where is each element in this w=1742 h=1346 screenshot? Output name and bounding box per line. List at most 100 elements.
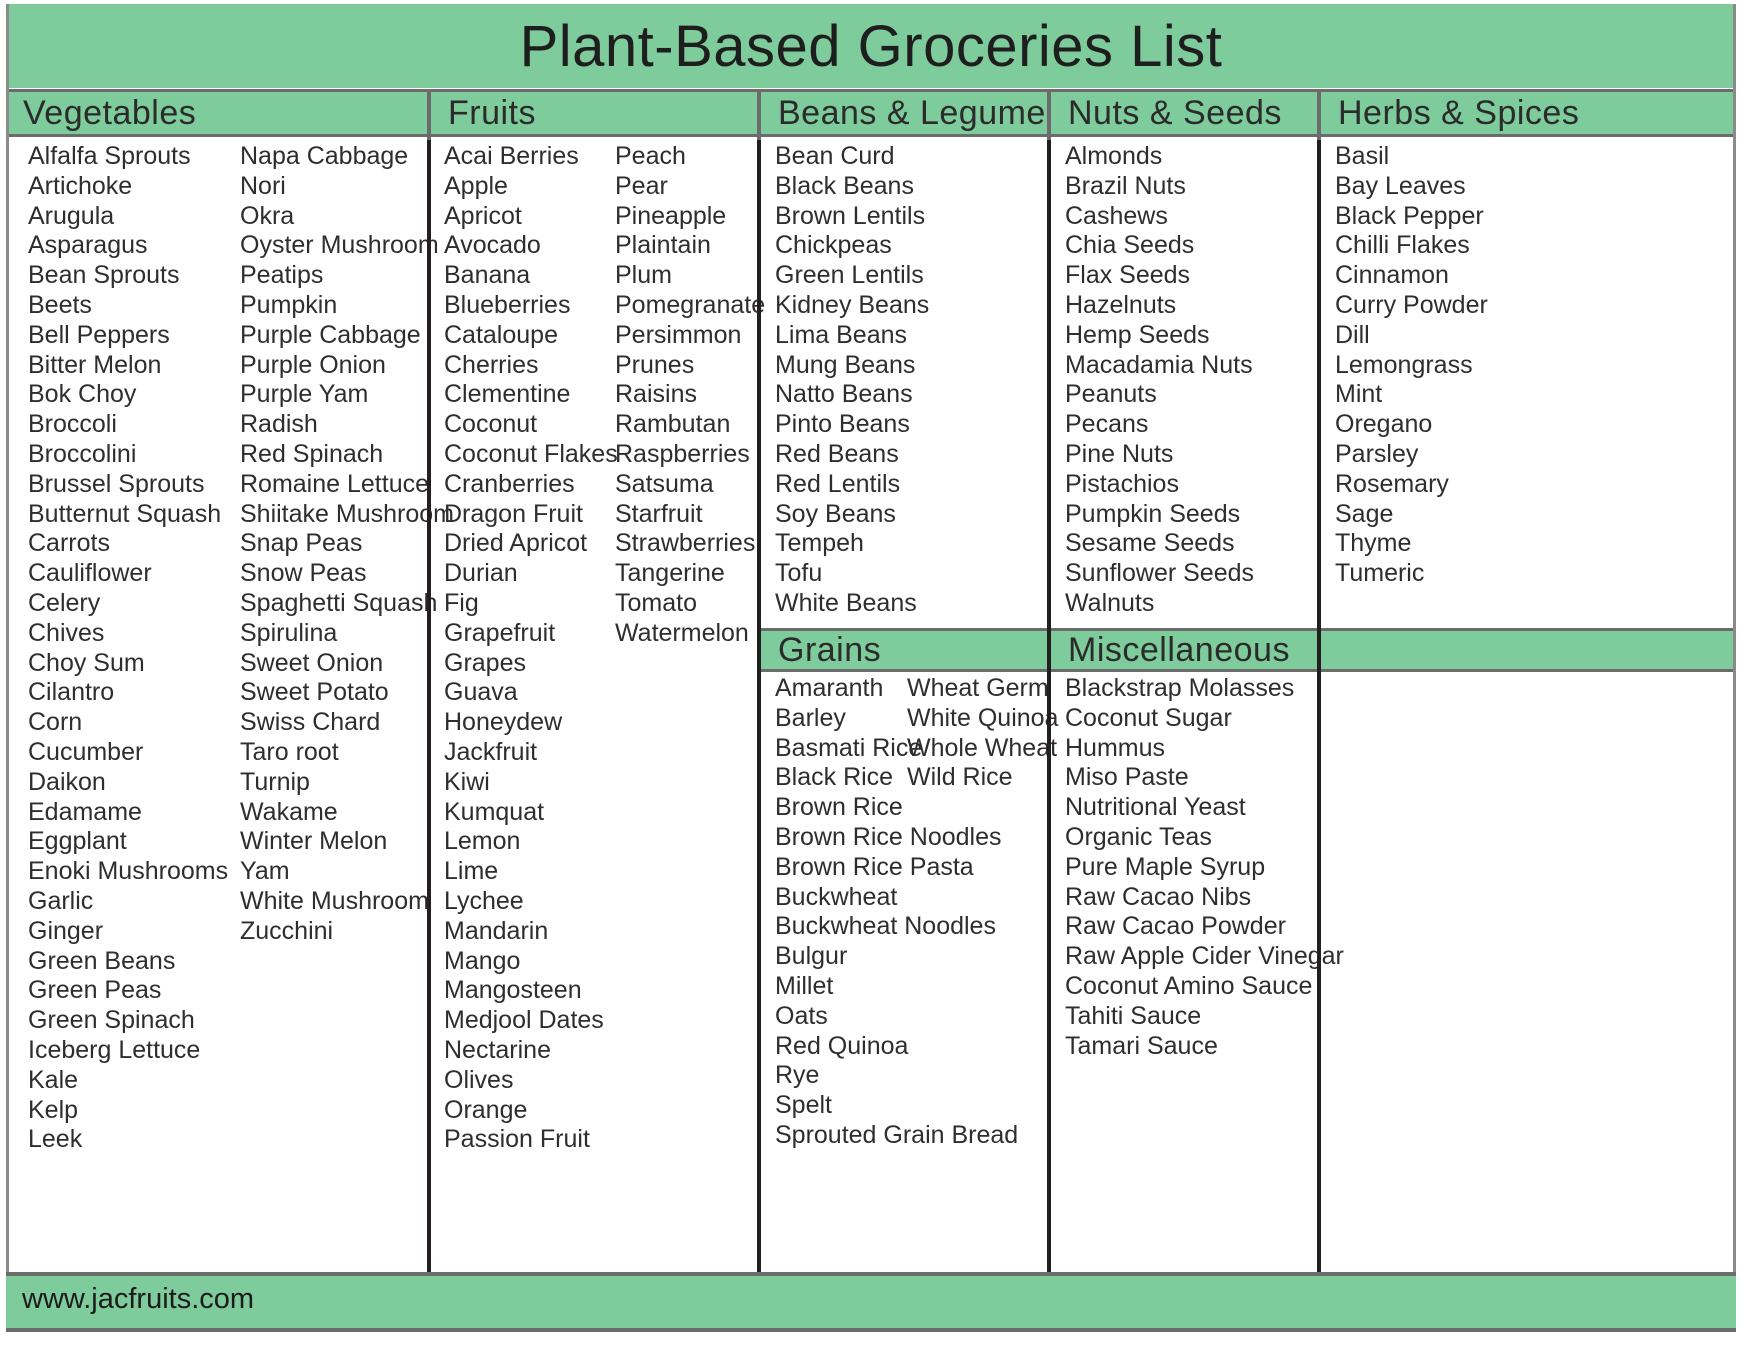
list-item[interactable]: Rye — [775, 1061, 1018, 1091]
list-item[interactable]: White Beans — [775, 589, 929, 619]
list-item[interactable]: Nutritional Yeast — [1065, 793, 1344, 823]
list-item[interactable]: Lime — [444, 857, 618, 887]
list-item[interactable]: Alfalfa Sprouts — [28, 142, 228, 172]
list-item[interactable]: Corn — [28, 708, 228, 738]
list-item[interactable]: Bean Curd — [775, 142, 929, 172]
list-item[interactable]: Red Lentils — [775, 470, 929, 500]
list-item[interactable]: Turnip — [240, 768, 454, 798]
list-item[interactable]: Coconut Flakes — [444, 440, 618, 470]
list-item[interactable]: Spirulina — [240, 619, 454, 649]
list-item[interactable]: White Quinoa — [907, 704, 1058, 734]
list-item[interactable]: Banana — [444, 261, 618, 291]
list-item[interactable]: Natto Beans — [775, 380, 929, 410]
list-item[interactable]: Tomato — [615, 589, 765, 619]
list-item[interactable]: Hemp Seeds — [1065, 321, 1254, 351]
list-item[interactable]: Persimmon — [615, 321, 765, 351]
list-item[interactable]: Green Spinach — [28, 1006, 228, 1036]
list-item[interactable]: Bulgur — [775, 942, 1018, 972]
list-item[interactable]: Sprouted Grain Bread — [775, 1121, 1018, 1151]
list-item[interactable]: Romaine Lettuce — [240, 470, 454, 500]
list-item[interactable]: Tamari Sauce — [1065, 1032, 1344, 1062]
list-item[interactable]: Thyme — [1335, 529, 1488, 559]
list-item[interactable]: Kale — [28, 1066, 228, 1096]
list-item[interactable]: Starfruit — [615, 500, 765, 530]
list-item[interactable]: Purple Cabbage — [240, 321, 454, 351]
list-item[interactable]: Green Peas — [28, 976, 228, 1006]
list-item[interactable]: Durian — [444, 559, 618, 589]
list-item[interactable]: Spelt — [775, 1091, 1018, 1121]
list-item[interactable]: Oyster Mushroom — [240, 231, 454, 261]
list-item[interactable]: Hummus — [1065, 734, 1344, 764]
list-item[interactable]: Satsuma — [615, 470, 765, 500]
list-item[interactable]: Plaintain — [615, 231, 765, 261]
list-item[interactable]: Wheat Germ — [907, 674, 1058, 704]
list-item[interactable]: Acai Berries — [444, 142, 618, 172]
list-item[interactable]: Shiitake Mushroom — [240, 500, 454, 530]
list-item[interactable]: Peanuts — [1065, 380, 1254, 410]
list-item[interactable]: Broccoli — [28, 410, 228, 440]
list-item[interactable]: Walnuts — [1065, 589, 1254, 619]
list-item[interactable]: Oats — [775, 1002, 1018, 1032]
list-item[interactable]: Brown Rice Pasta — [775, 853, 1018, 883]
list-item[interactable]: Pumpkin — [240, 291, 454, 321]
list-item[interactable]: Green Beans — [28, 947, 228, 977]
list-item[interactable]: Kiwi — [444, 768, 618, 798]
list-item[interactable]: Pear — [615, 172, 765, 202]
list-item[interactable]: Peach — [615, 142, 765, 172]
list-item[interactable]: Peatips — [240, 261, 454, 291]
list-item[interactable]: Grapefruit — [444, 619, 618, 649]
list-item[interactable]: Mango — [444, 947, 618, 977]
list-item[interactable]: Brown Lentils — [775, 202, 929, 232]
list-item[interactable]: Nori — [240, 172, 454, 202]
list-item[interactable]: Plum — [615, 261, 765, 291]
list-item[interactable]: Miso Paste — [1065, 763, 1344, 793]
list-item[interactable]: Rambutan — [615, 410, 765, 440]
list-item[interactable]: Chia Seeds — [1065, 231, 1254, 261]
list-item[interactable]: Coconut Amino Sauce — [1065, 972, 1344, 1002]
list-item[interactable]: Whole Wheat — [907, 734, 1058, 764]
list-item[interactable]: Purple Yam — [240, 380, 454, 410]
list-item[interactable]: Raw Apple Cider Vinegar — [1065, 942, 1344, 972]
list-item[interactable]: Coconut — [444, 410, 618, 440]
list-item[interactable]: Flax Seeds — [1065, 261, 1254, 291]
list-item[interactable]: Hazelnuts — [1065, 291, 1254, 321]
list-item[interactable]: Broccolini — [28, 440, 228, 470]
list-item[interactable]: Winter Melon — [240, 827, 454, 857]
list-item[interactable]: Green Lentils — [775, 261, 929, 291]
list-item[interactable]: Mung Beans — [775, 351, 929, 381]
list-item[interactable]: Millet — [775, 972, 1018, 1002]
list-item[interactable]: Purple Onion — [240, 351, 454, 381]
list-item[interactable]: Sweet Potato — [240, 678, 454, 708]
list-item[interactable]: Cherries — [444, 351, 618, 381]
list-item[interactable]: Pinto Beans — [775, 410, 929, 440]
list-item[interactable]: Cashews — [1065, 202, 1254, 232]
list-item[interactable]: Mandarin — [444, 917, 618, 947]
list-item[interactable]: Macadamia Nuts — [1065, 351, 1254, 381]
list-item[interactable]: Avocado — [444, 231, 618, 261]
list-item[interactable]: Raw Cacao Powder — [1065, 912, 1344, 942]
list-item[interactable]: Okra — [240, 202, 454, 232]
list-item[interactable]: Cinnamon — [1335, 261, 1488, 291]
list-item[interactable]: Daikon — [28, 768, 228, 798]
list-item[interactable]: Orange — [444, 1096, 618, 1126]
list-item[interactable]: Ginger — [28, 917, 228, 947]
list-item[interactable]: Garlic — [28, 887, 228, 917]
list-item[interactable]: Soy Beans — [775, 500, 929, 530]
list-item[interactable]: Iceberg Lettuce — [28, 1036, 228, 1066]
list-item[interactable]: Snow Peas — [240, 559, 454, 589]
list-item[interactable]: Kidney Beans — [775, 291, 929, 321]
list-item[interactable]: Chilli Flakes — [1335, 231, 1488, 261]
list-item[interactable]: Blueberries — [444, 291, 618, 321]
list-item[interactable]: Zucchini — [240, 917, 454, 947]
list-item[interactable]: Blackstrap Molasses — [1065, 674, 1344, 704]
list-item[interactable]: Dill — [1335, 321, 1488, 351]
list-item[interactable]: Clementine — [444, 380, 618, 410]
footer-website[interactable]: www.jacfruits.com — [22, 1283, 254, 1316]
list-item[interactable]: Tempeh — [775, 529, 929, 559]
list-item[interactable]: Organic Teas — [1065, 823, 1344, 853]
list-item[interactable]: Brazil Nuts — [1065, 172, 1254, 202]
list-item[interactable]: Lychee — [444, 887, 618, 917]
list-item[interactable]: Coconut Sugar — [1065, 704, 1344, 734]
list-item[interactable]: Watermelon — [615, 619, 765, 649]
list-item[interactable]: Snap Peas — [240, 529, 454, 559]
